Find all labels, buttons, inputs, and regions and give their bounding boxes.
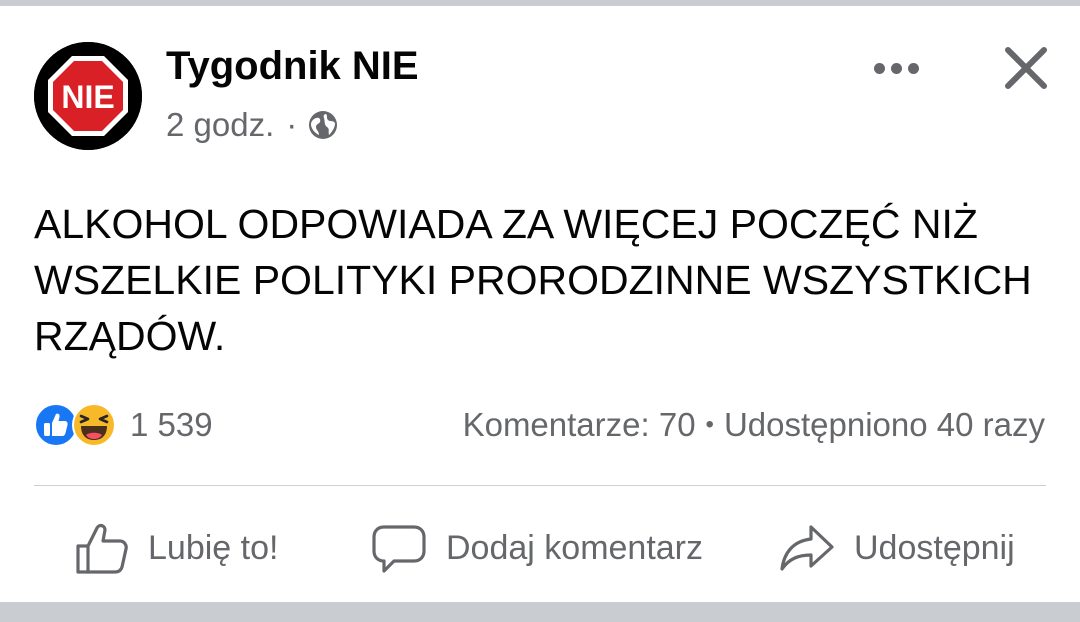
comments-count-link[interactable]: Komentarze: 70 [463,406,696,444]
comment-bubble-icon [372,525,426,573]
stats-separator: • [705,411,714,438]
divider [34,485,1046,486]
meta-separator: · [286,106,298,143]
more-dot-icon [890,62,902,74]
comment-button[interactable]: Dodaj komentarz [370,516,703,580]
reaction-count: 1 539 [130,406,213,443]
page-avatar[interactable]: NIE [34,42,142,150]
feed-background-bottom [0,602,1080,622]
avatar-label: NIE [61,79,114,115]
reactions-summary[interactable]: 1 539 [34,402,213,448]
share-label: Udostępnij [854,528,1015,567]
comment-label: Dodaj komentarz [446,528,704,567]
share-button[interactable]: Udostępnij [778,516,1015,580]
more-options-button[interactable] [868,50,924,86]
globe-icon [309,111,338,139]
nie-logo-icon: NIE [34,42,142,150]
like-button[interactable]: Lubię to! [74,516,278,580]
post-card: NIE Tygodnik NIE 2 godz. · ALKOHOL ODPOW… [0,6,1080,602]
share-arrow-icon [780,525,834,571]
shares-count-link[interactable]: Udostępniono 40 razy [724,406,1045,444]
more-dot-icon [907,62,919,74]
like-label: Lubię to! [148,528,279,567]
close-icon[interactable] [1000,42,1052,94]
post-text: ALKOHOL ODPOWIADA ZA WIĘCEJ POCZĘĆ NIŻ W… [34,201,1032,359]
engagement-stats: Komentarze: 70 • Udostępniono 40 razy [463,406,1045,444]
post-meta: 2 godz. · [166,106,339,144]
page-name-link[interactable]: Tygodnik NIE [166,44,419,89]
post-timestamp[interactable]: 2 godz. [166,106,274,144]
thumbs-up-icon [76,523,128,574]
more-dot-icon [873,62,885,74]
haha-icon [72,403,116,447]
